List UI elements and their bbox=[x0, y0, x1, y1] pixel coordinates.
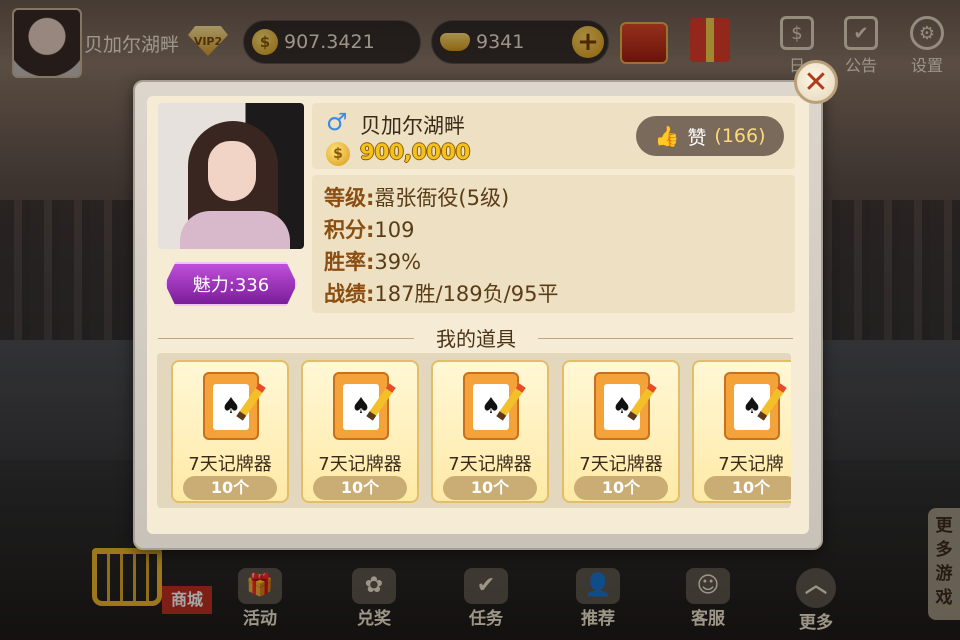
item-card[interactable]: ♠ 7天记牌器 10个 bbox=[431, 360, 549, 503]
item-card[interactable]: ♠ 7天记牌 10个 bbox=[692, 360, 791, 503]
stat-record-value: 187胜/189负/95平 bbox=[374, 282, 559, 306]
divider bbox=[538, 338, 793, 339]
divider bbox=[158, 338, 414, 339]
stat-level-key: 等级: bbox=[324, 186, 375, 210]
item-card[interactable]: ♠ 7天记牌器 10个 bbox=[301, 360, 419, 503]
stat-score-key: 积分: bbox=[324, 218, 375, 242]
charm-badge: 魅力:336 bbox=[165, 262, 297, 306]
item-qty: 10个 bbox=[183, 476, 277, 500]
profile-name: 贝加尔湖畔 bbox=[360, 114, 465, 138]
item-card[interactable]: ♠ 7天记牌器 10个 bbox=[562, 360, 680, 503]
portrait-face bbox=[208, 141, 256, 201]
like-count: (166) bbox=[714, 125, 766, 147]
items-section-title: 我的道具 bbox=[436, 327, 516, 351]
item-qty: 10个 bbox=[313, 476, 407, 500]
stat-level: 等级:嚣张衙役(5级) bbox=[324, 182, 509, 212]
item-name: 7天记牌器 bbox=[318, 454, 402, 475]
item-qty: 10个 bbox=[574, 476, 668, 500]
coin-icon: $ bbox=[326, 142, 350, 166]
portrait-body bbox=[180, 211, 290, 249]
thumbs-up-icon: 👍 bbox=[654, 124, 680, 148]
stat-record: 战绩:187胜/189负/95平 bbox=[324, 278, 558, 308]
stat-score: 积分:109 bbox=[324, 214, 415, 244]
like-label: 赞 bbox=[687, 126, 707, 149]
player-portrait bbox=[158, 103, 304, 249]
item-name: 7天记牌 bbox=[718, 454, 784, 475]
profile-coins: 900,0000 bbox=[360, 140, 471, 164]
stat-score-value: 109 bbox=[374, 218, 415, 242]
stat-level-value: 嚣张衙役(5级) bbox=[374, 186, 510, 210]
male-icon: ♂ bbox=[326, 108, 348, 136]
item-qty: 10个 bbox=[443, 476, 537, 500]
close-button[interactable]: ✕ bbox=[794, 60, 838, 104]
item-name: 7天记牌器 bbox=[579, 454, 663, 475]
like-button[interactable]: 👍 赞 (166) bbox=[636, 116, 784, 156]
item-qty: 10个 bbox=[704, 476, 791, 500]
stat-winrate: 胜率:39% bbox=[324, 246, 421, 276]
item-card[interactable]: ♠ 7天记牌器 10个 bbox=[171, 360, 289, 503]
item-name: 7天记牌器 bbox=[188, 454, 272, 475]
stat-winrate-value: 39% bbox=[374, 250, 422, 274]
item-name: 7天记牌器 bbox=[448, 454, 532, 475]
stat-record-key: 战绩: bbox=[324, 282, 375, 306]
stat-winrate-key: 胜率: bbox=[324, 250, 375, 274]
items-list[interactable]: ♠ 7天记牌器 10个 ♠ 7天记牌器 10个 ♠ 7天记牌器 10个 ♠ 7天… bbox=[157, 353, 791, 508]
